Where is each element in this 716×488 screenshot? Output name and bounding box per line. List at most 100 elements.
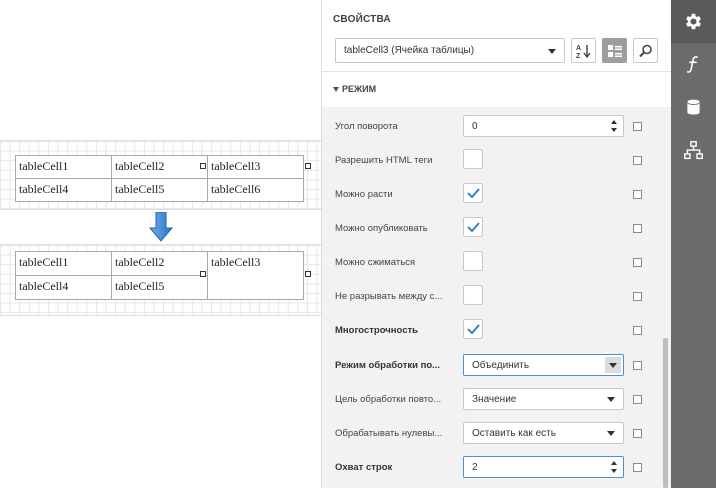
function-icon <box>686 56 698 73</box>
collapse-triangle-icon <box>333 87 339 92</box>
table-cell[interactable]: tableCell4 <box>15 178 112 202</box>
process-null-values-dropdown[interactable]: Оставить как есть <box>463 422 624 444</box>
selection-handle[interactable] <box>305 271 311 277</box>
multiline-checkbox[interactable] <box>463 319 483 339</box>
allow-html-checkbox[interactable] <box>463 149 483 169</box>
reset-checkbox[interactable] <box>633 361 642 370</box>
table-cell[interactable]: tableCell4 <box>15 275 112 300</box>
side-toolbar <box>671 0 716 488</box>
property-label: Не разрывать между с... <box>335 291 443 302</box>
can-grow-checkbox[interactable] <box>463 183 483 203</box>
property-row-keep-together: Не разрывать между с... <box>322 278 660 312</box>
panel-title: СВОЙСТВА <box>333 14 391 25</box>
property-label: Цель обработки повто... <box>335 394 442 405</box>
sort-alphabetical-button[interactable]: A Z <box>571 38 596 63</box>
search-icon <box>639 44 652 58</box>
reset-checkbox[interactable] <box>633 326 642 335</box>
table-cell[interactable]: tableCell5 <box>111 178 208 202</box>
table-cell-merged[interactable]: tableCell3 <box>207 251 304 300</box>
property-label: Можно расти <box>335 189 393 200</box>
selection-handle[interactable] <box>305 163 311 169</box>
component-selector-value: tableCell3 (Ячейка таблицы) <box>344 45 475 56</box>
can-publish-checkbox[interactable] <box>463 217 483 237</box>
property-row-process-null-values: Обрабатывать нулевы... Оставить как есть <box>322 415 660 449</box>
property-label: Можно опубликовать <box>335 223 428 234</box>
section-header-mode[interactable]: РЕЖИМ <box>322 71 672 106</box>
selection-handle[interactable] <box>200 271 206 277</box>
checkmark-icon <box>467 324 480 335</box>
spin-up-icon[interactable] <box>611 120 617 124</box>
chevron-down-icon <box>607 397 615 402</box>
property-label: Охват строк <box>335 462 393 473</box>
scrollbar-thumb[interactable] <box>663 338 668 488</box>
table-cell[interactable]: tableCell2 <box>111 155 208 179</box>
dropdown-value: Значение <box>472 394 517 405</box>
categories-icon <box>608 45 622 57</box>
chevron-down-icon <box>548 49 556 54</box>
property-grid: Угол поворота 0 Разрешить HTML теги Можн… <box>322 107 672 488</box>
report-design-surface[interactable]: tableCell1 tableCell2 tableCell3 tableCe… <box>0 0 321 488</box>
dropdown-button[interactable] <box>605 357 621 373</box>
table-cell[interactable]: tableCell1 <box>15 251 112 276</box>
reset-checkbox[interactable] <box>633 292 642 301</box>
property-row-row-span: Охват строк 2 <box>322 449 660 483</box>
checkmark-icon <box>467 222 480 233</box>
table-cell-selected[interactable]: tableCell3 <box>207 155 304 179</box>
reset-checkbox[interactable] <box>633 122 642 131</box>
report-explorer-tab-button[interactable] <box>671 129 716 172</box>
reset-checkbox[interactable] <box>633 429 642 438</box>
sort-az-icon: A Z <box>576 45 591 59</box>
chevron-down-icon <box>609 363 617 368</box>
database-icon <box>687 99 700 115</box>
reset-checkbox[interactable] <box>633 395 642 404</box>
reset-checkbox[interactable] <box>633 258 642 267</box>
checkmark-icon <box>467 188 480 199</box>
table-after[interactable]: tableCell1 tableCell2 tableCell3 tableCe… <box>15 251 304 300</box>
section-title: РЕЖИМ <box>342 84 377 94</box>
data-source-tab-button[interactable] <box>671 86 716 129</box>
property-label: Разрешить HTML теги <box>335 155 433 166</box>
property-row-rotation: Угол поворота 0 <box>322 108 660 142</box>
reset-checkbox[interactable] <box>633 463 642 472</box>
table-cell[interactable]: tableCell6 <box>207 178 304 202</box>
row-span-value: 2 <box>472 462 478 473</box>
can-shrink-checkbox[interactable] <box>463 251 483 271</box>
categorized-view-button[interactable] <box>602 38 627 63</box>
table-before[interactable]: tableCell1 tableCell2 tableCell3 tableCe… <box>15 155 304 202</box>
search-button[interactable] <box>633 38 658 63</box>
table-cell[interactable]: tableCell1 <box>15 155 112 179</box>
chevron-down-icon <box>607 431 615 436</box>
property-row-can-grow: Можно расти <box>322 176 660 210</box>
selection-handle[interactable] <box>200 163 206 169</box>
reset-checkbox[interactable] <box>633 190 642 199</box>
spin-down-icon[interactable] <box>611 128 617 132</box>
property-row-process-duplicates-mode: Режим обработки по... Объединить <box>322 347 660 381</box>
table-row: tableCell1 tableCell2 tableCell3 <box>15 251 304 300</box>
properties-tab-button[interactable] <box>671 0 716 43</box>
reset-checkbox[interactable] <box>633 156 642 165</box>
rotation-input[interactable]: 0 <box>463 115 624 137</box>
svg-text:A: A <box>576 45 581 52</box>
dropdown-value: Оставить как есть <box>472 428 556 439</box>
component-selector[interactable]: tableCell3 (Ячейка таблицы) <box>335 38 565 63</box>
keep-together-checkbox[interactable] <box>463 285 483 305</box>
reset-checkbox[interactable] <box>633 224 642 233</box>
spin-up-icon[interactable] <box>611 461 617 465</box>
property-row-process-duplicates-target: Цель обработки повто... Значение <box>322 381 660 415</box>
table-cell[interactable]: tableCell5 <box>111 275 208 300</box>
table-row: tableCell1 tableCell2 tableCell3 <box>15 155 304 179</box>
svg-text:Z: Z <box>576 53 581 59</box>
arrow-down-icon <box>149 212 173 242</box>
process-duplicates-target-dropdown[interactable]: Значение <box>463 388 624 410</box>
property-label: Можно сжиматься <box>335 257 416 268</box>
process-duplicates-mode-dropdown[interactable]: Объединить <box>463 354 624 376</box>
property-row-allow-html: Разрешить HTML теги <box>322 142 660 176</box>
property-label: Многострочность <box>335 325 418 336</box>
spin-down-icon[interactable] <box>611 469 617 473</box>
table-cell[interactable]: tableCell2 <box>111 251 208 276</box>
property-row-multiline: Многострочность <box>322 312 660 346</box>
dropdown-value: Объединить <box>472 360 530 371</box>
table-row: tableCell4 tableCell5 tableCell6 <box>15 178 304 202</box>
row-span-input[interactable]: 2 <box>463 456 624 478</box>
expressions-tab-button[interactable] <box>671 43 716 86</box>
